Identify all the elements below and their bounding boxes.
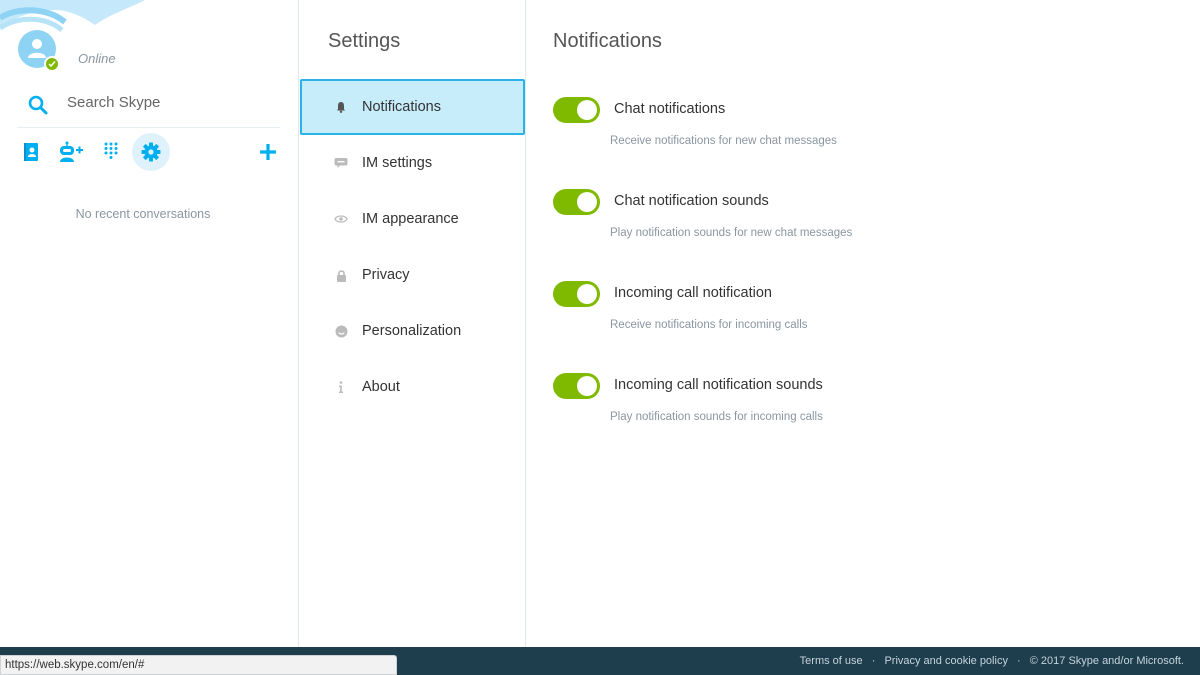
search-box[interactable] <box>17 84 280 128</box>
nav-item-personalization[interactable]: Personalization <box>300 303 525 359</box>
contacts-button[interactable] <box>12 133 50 171</box>
user-silhouette-icon <box>28 39 46 58</box>
notifications-panel: Notifications Chat notifications Receive… <box>527 0 1200 647</box>
status-bar-url: https://web.skype.com/en/# <box>0 655 397 675</box>
footer-separator: · <box>871 655 876 667</box>
setting-description: Receive notifications for incoming calls <box>610 319 808 331</box>
plus-icon <box>260 144 276 160</box>
search-icon <box>28 95 48 115</box>
nav-item-label: Personalization <box>362 323 462 339</box>
nav-item-about[interactable]: About <box>300 359 525 415</box>
setting-description: Play notification sounds for new chat me… <box>610 227 853 239</box>
contacts-icon <box>24 143 38 161</box>
no-recent-conversations-text: No recent conversations <box>75 207 211 221</box>
add-bot-icon <box>60 141 83 162</box>
gear-icon <box>141 142 161 162</box>
nav-item-label: Privacy <box>362 267 410 283</box>
settings-button[interactable] <box>132 133 170 171</box>
chat-bubble-icon <box>334 156 348 170</box>
nav-item-label: IM appearance <box>362 211 459 227</box>
privacy-link[interactable]: Privacy and cookie policy <box>884 655 1008 667</box>
checkmark-icon <box>48 61 56 68</box>
setting-chat-notifications: Chat notifications Receive notifications… <box>553 97 1153 157</box>
nav-item-im-appearance[interactable]: IM appearance <box>300 191 525 247</box>
setting-incoming-call-notification: Incoming call notification Receive notif… <box>553 281 1153 341</box>
sidebar: Online Search Skype No recent conversati… <box>0 0 299 647</box>
setting-incoming-call-notification-sounds: Incoming call notification sounds Play n… <box>553 373 1153 433</box>
chat-notification-sounds-toggle[interactable] <box>553 189 600 215</box>
terms-link[interactable]: Terms of use <box>800 655 863 667</box>
sidebar-toolbar <box>12 133 287 171</box>
chat-notifications-toggle[interactable] <box>553 97 600 123</box>
settings-nav: Settings Notifications IM settings IM ap… <box>300 0 526 647</box>
incoming-call-notification-sounds-toggle[interactable] <box>553 373 600 399</box>
nav-item-notifications[interactable]: Notifications <box>300 79 525 135</box>
footer-separator: · <box>1017 655 1021 667</box>
notifications-title: Notifications <box>553 30 662 52</box>
setting-label: Chat notifications <box>614 101 726 117</box>
dialpad-icon <box>104 142 118 159</box>
setting-label: Incoming call notification sounds <box>614 377 823 393</box>
setting-label: Chat notification sounds <box>614 193 769 209</box>
settings-title: Settings <box>328 30 401 52</box>
nav-item-label: IM settings <box>362 155 433 171</box>
lock-icon <box>334 268 348 282</box>
skype-web-app: Online Search Skype No recent conversati… <box>0 0 1200 675</box>
new-conversation-button[interactable] <box>249 133 287 171</box>
toggle-knob <box>577 100 597 120</box>
dialpad-button[interactable] <box>92 133 130 171</box>
setting-chat-notification-sounds: Chat notification sounds Play notificati… <box>553 189 1153 249</box>
info-icon <box>334 380 348 394</box>
smiley-icon <box>334 324 348 338</box>
eye-icon <box>334 212 348 226</box>
footer-links: Terms of use · Privacy and cookie policy… <box>798 655 1186 667</box>
toggle-knob <box>577 192 597 212</box>
settings-nav-list: Notifications IM settings IM appearance … <box>300 79 525 415</box>
add-bot-button[interactable] <box>52 133 90 171</box>
setting-label: Incoming call notification <box>614 285 772 301</box>
presence-online-badge <box>44 56 60 72</box>
nav-item-label: About <box>362 379 400 395</box>
search-input[interactable] <box>67 94 267 111</box>
toggle-knob <box>577 284 597 304</box>
nav-item-privacy[interactable]: Privacy <box>300 247 525 303</box>
toggle-knob <box>577 376 597 396</box>
nav-item-im-settings[interactable]: IM settings <box>300 135 525 191</box>
copyright-text: © 2017 Skype and/or Microsoft. <box>1029 655 1184 667</box>
status-text[interactable]: Online <box>78 51 116 66</box>
bell-icon <box>334 100 348 114</box>
setting-description: Receive notifications for new chat messa… <box>610 135 837 147</box>
nav-item-label: Notifications <box>362 99 441 115</box>
setting-description: Play notification sounds for incoming ca… <box>610 411 823 423</box>
incoming-call-notification-toggle[interactable] <box>553 281 600 307</box>
